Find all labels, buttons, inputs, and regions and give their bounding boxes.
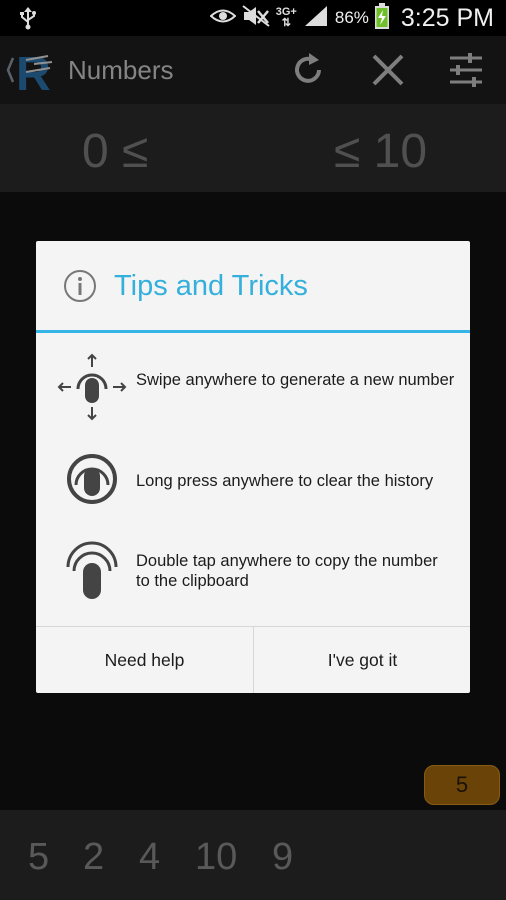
usb-icon [18, 6, 38, 35]
network-type: 3G+ ⇅ [275, 6, 297, 29]
eye-icon [209, 7, 237, 30]
signal-icon [303, 4, 329, 33]
close-icon[interactable] [368, 50, 408, 90]
info-icon [63, 269, 97, 308]
svg-text:R: R [16, 48, 51, 96]
status-bar: 3G+ ⇅ 86% 3:25 PM [0, 0, 506, 36]
history-item: 2 [83, 836, 105, 878]
history-item: 4 [139, 836, 161, 878]
tip-text: Double tap anywhere to copy the number t… [136, 552, 438, 590]
swipe-gesture-icon [56, 351, 128, 423]
tips-dialog: Tips and Tricks Swipe anywhere to genera… [36, 241, 470, 693]
history-bar: 5 2 4 10 9 [0, 810, 506, 900]
tip-text: Swipe anywhere to generate a new number [136, 371, 455, 389]
refresh-icon[interactable] [289, 50, 329, 90]
tip-swipe: Swipe anywhere to generate a new number [36, 351, 470, 431]
tip-long-press: Long press anywhere to clear the history [36, 443, 470, 523]
current-number-badge: 5 [424, 765, 500, 805]
history-item: 10 [195, 836, 238, 878]
history-item: 5 [28, 836, 50, 878]
dialog-header: Tips and Tricks [36, 241, 470, 330]
app-logo-icon[interactable]: R [4, 44, 64, 101]
battery-percent: 86% [334, 8, 369, 27]
action-bar: R Numbers [0, 36, 506, 104]
clock: 3:25 PM [400, 3, 494, 32]
range-min[interactable]: 0 ≤ [82, 124, 148, 179]
tip-text: Long press anywhere to clear the history [136, 472, 434, 490]
dialog-title-divider [36, 330, 470, 333]
need-help-button[interactable]: Need help [36, 627, 253, 693]
mute-icon [242, 4, 270, 32]
range-max[interactable]: ≤ 10 [334, 124, 427, 179]
range-bar: 0 ≤ ≤ 10 [0, 104, 506, 192]
history-item: 9 [272, 836, 294, 878]
dialog-title: Tips and Tricks [114, 270, 308, 302]
app-title: Numbers [68, 55, 174, 85]
long-press-icon [56, 443, 128, 515]
got-it-button[interactable]: I've got it [254, 627, 471, 693]
battery-charging-icon [374, 2, 389, 34]
settings-sliders-icon[interactable] [446, 50, 486, 90]
double-tap-icon [56, 535, 128, 607]
tip-double-tap: Double tap anywhere to copy the number t… [36, 535, 470, 615]
